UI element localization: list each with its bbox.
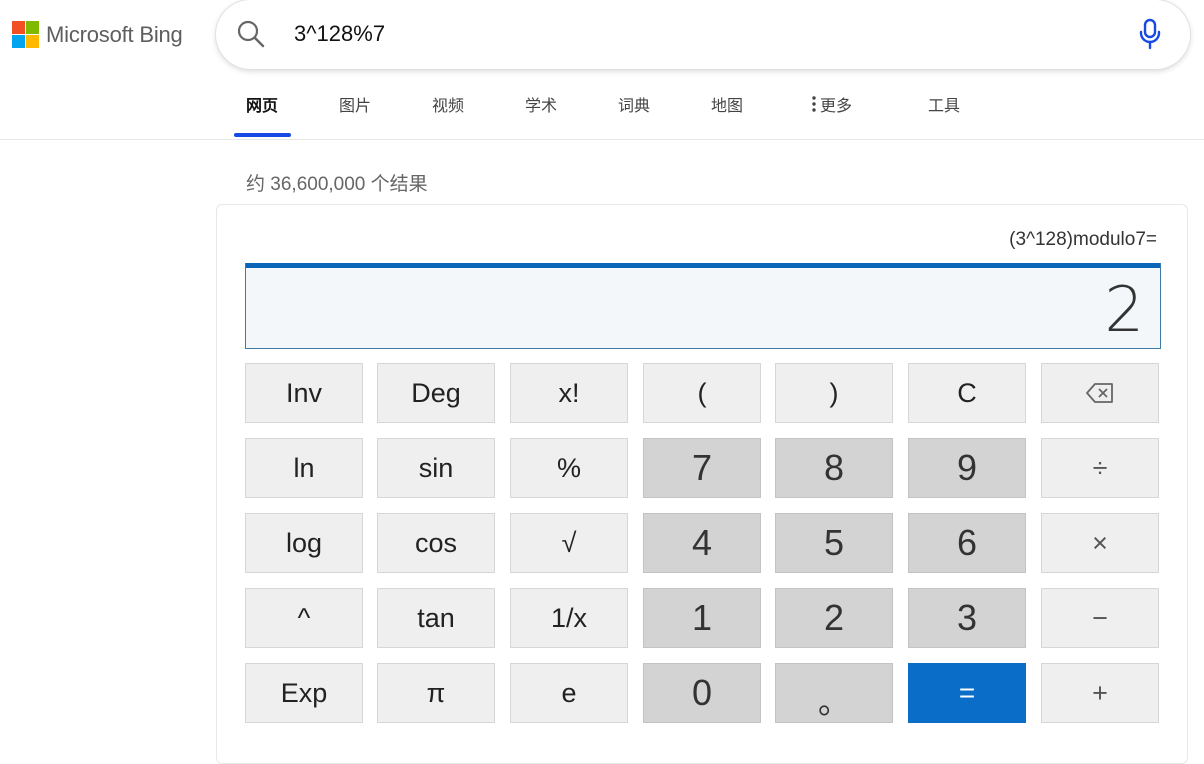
calculator-expression: (3^128)modulo7= (1009, 229, 1157, 250)
key-reciprocal[interactable]: 1/x (510, 588, 628, 648)
key-clear[interactable]: C (908, 363, 1026, 423)
key-inv[interactable]: Inv (245, 363, 363, 423)
more-dots-icon (812, 96, 816, 112)
key-1[interactable]: 1 (643, 588, 761, 648)
microsoft-logo-icon (12, 21, 39, 48)
calculator-card: (3^128)modulo7= 2 Inv Deg x! ( ) C ln si… (216, 204, 1188, 764)
key-ln[interactable]: ln (245, 438, 363, 498)
key-factorial[interactable]: x! (510, 363, 628, 423)
key-power[interactable]: ^ (245, 588, 363, 648)
key-cos[interactable]: cos (377, 513, 495, 573)
tab-more-label: 更多 (820, 98, 853, 115)
key-9[interactable]: 9 (908, 438, 1026, 498)
key-decimal[interactable]: 。 (775, 663, 893, 723)
tab-academic[interactable]: 学术 (525, 96, 557, 126)
key-8[interactable]: 8 (775, 438, 893, 498)
key-7[interactable]: 7 (643, 438, 761, 498)
key-close-paren[interactable]: ) (775, 363, 893, 423)
key-divide[interactable]: ÷ (1041, 438, 1159, 498)
key-subtract[interactable]: − (1041, 588, 1159, 648)
key-e[interactable]: e (510, 663, 628, 723)
tab-more[interactable]: 更多 (812, 96, 852, 126)
calculator-display: 2 (245, 263, 1161, 349)
tab-maps[interactable]: 地图 (711, 96, 743, 126)
tab-videos[interactable]: 视频 (432, 96, 464, 126)
key-deg[interactable]: Deg (377, 363, 495, 423)
key-2[interactable]: 2 (775, 588, 893, 648)
key-sin[interactable]: sin (377, 438, 495, 498)
display-accent-bar (246, 263, 1160, 268)
active-tab-indicator (234, 133, 291, 137)
tab-web[interactable]: 网页 (246, 96, 278, 126)
bing-logo[interactable]: Microsoft Bing (12, 21, 183, 48)
calculator-result: 2 (1104, 273, 1144, 346)
key-equals[interactable]: = (908, 663, 1026, 723)
key-sqrt[interactable]: √ (510, 513, 628, 573)
key-backspace[interactable] (1041, 363, 1159, 423)
tab-dictionary[interactable]: 词典 (618, 96, 650, 126)
key-add[interactable]: + (1041, 663, 1159, 723)
key-open-paren[interactable]: ( (643, 363, 761, 423)
key-multiply[interactable]: × (1041, 513, 1159, 573)
key-6[interactable]: 6 (908, 513, 1026, 573)
key-exp[interactable]: Exp (245, 663, 363, 723)
result-count: 约 36,600,000 个结果 (246, 174, 428, 195)
search-input[interactable]: 3^128%7 (294, 21, 385, 47)
decimal-label: 。 (817, 684, 850, 720)
key-log[interactable]: log (245, 513, 363, 573)
key-pi[interactable]: π (377, 663, 495, 723)
tab-tools[interactable]: 工具 (928, 96, 960, 126)
key-percent[interactable]: % (510, 438, 628, 498)
key-5[interactable]: 5 (775, 513, 893, 573)
search-icon[interactable] (236, 19, 266, 49)
key-0[interactable]: 0 (643, 663, 761, 723)
key-tan[interactable]: tan (377, 588, 495, 648)
search-box[interactable]: 3^128%7 (216, 0, 1190, 69)
scope-tabs: 网页 图片 视频 学术 词典 地图 更多 工具 (0, 86, 1204, 140)
brand-name: Microsoft Bing (46, 21, 183, 47)
key-4[interactable]: 4 (643, 513, 761, 573)
microphone-icon[interactable] (1138, 18, 1162, 50)
tab-images[interactable]: 图片 (339, 96, 371, 126)
backspace-icon (1086, 383, 1113, 403)
key-3[interactable]: 3 (908, 588, 1026, 648)
